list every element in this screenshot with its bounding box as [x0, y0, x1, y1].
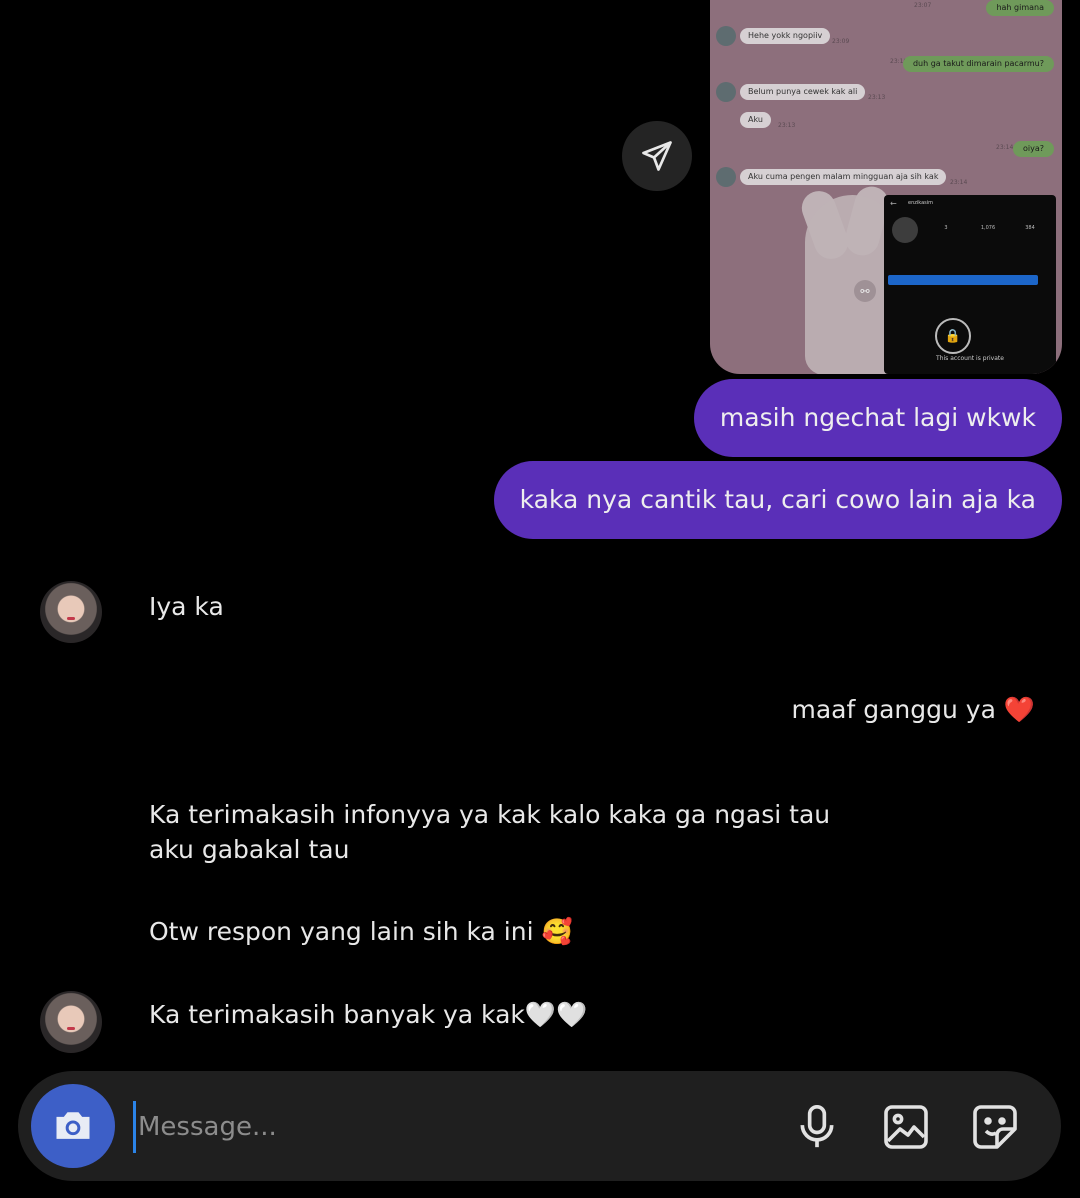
mini-timestamp: 23:14 [950, 179, 968, 186]
mini-timestamp: 23:09 [832, 38, 850, 45]
follow-button [888, 275, 1038, 285]
avatar[interactable] [40, 991, 102, 1053]
smiling-hearts-emoji: 🥰 [541, 917, 573, 946]
mini-message-in: Aku [740, 112, 771, 128]
mini-message-out: duh ga takut dimarain pacarmu? [902, 56, 1054, 72]
sticker-button[interactable] [969, 1101, 1021, 1153]
outgoing-message-text: maaf ganggu ya [791, 695, 996, 724]
profile-posts: 3 [944, 225, 948, 231]
mini-timestamp: 23:13 [778, 122, 796, 129]
send-icon [642, 141, 672, 171]
incoming-message-text: Otw respon yang lain sih ka ini [149, 917, 534, 946]
camera-icon [56, 1112, 90, 1139]
outgoing-message[interactable]: masih ngechat lagi wkwk [693, 379, 1062, 457]
mini-avatar [716, 167, 736, 187]
microphone-icon [800, 1105, 834, 1148]
mini-timestamp: 23:14 [996, 144, 1014, 151]
send-button[interactable] [622, 121, 692, 191]
gallery-button[interactable] [880, 1101, 932, 1153]
gallery-icon [884, 1105, 928, 1149]
profile-following: 384 [1025, 225, 1035, 231]
private-account-text: This account is private [936, 355, 1004, 362]
mini-avatar [716, 82, 736, 102]
mini-message-in: Hehe yokk ngopiiv [740, 28, 831, 44]
incoming-message[interactable]: Ka terimakasih banyak ya kak🤍🤍 [149, 997, 587, 1032]
profile-screenshot: ← enzikasim 3 1,076 384 🔒 This account i… [884, 195, 1056, 374]
avatar[interactable] [40, 581, 102, 643]
profile-followers: 1,076 [980, 225, 996, 231]
profile-avatar [892, 217, 918, 243]
incoming-message[interactable]: Ka terimakasih infonyya ya kak kalo kaka… [149, 797, 869, 867]
white-heart-emoji: 🤍🤍 [524, 1000, 588, 1029]
outgoing-message[interactable]: maaf ganggu ya ❤️ [791, 692, 1035, 727]
incoming-message[interactable]: Iya ka [149, 589, 224, 624]
mini-avatar [716, 26, 736, 46]
lock-icon: 🔒 [935, 318, 971, 354]
message-input[interactable] [133, 1101, 740, 1153]
mini-message-in: Belum punya cewek kak ali [740, 84, 866, 100]
share-icon[interactable]: ⚯ [854, 280, 876, 302]
back-arrow-icon: ← [890, 199, 897, 208]
mini-timestamp: 23:13 [868, 94, 886, 101]
incoming-message[interactable]: Otw respon yang lain sih ka ini 🥰 [149, 914, 573, 949]
incoming-message-text: Ka terimakasih banyak ya kak [149, 1000, 525, 1029]
shared-screenshot-image[interactable]: 23:07 hah gimana Hehe yokk ngopiiv 23:09… [710, 0, 1062, 374]
mini-message-out: oiya? [1013, 141, 1054, 157]
message-composer [18, 1071, 1061, 1181]
heart-emoji: ❤️ [1003, 695, 1035, 724]
profile-username: enzikasim [908, 200, 933, 206]
microphone-button[interactable] [791, 1101, 843, 1153]
camera-button[interactable] [31, 1084, 115, 1168]
chat-screen: 23:07 hah gimana Hehe yokk ngopiiv 23:09… [0, 0, 1080, 1198]
mini-message-in: Aku cuma pengen malam mingguan aja sih k… [740, 169, 947, 185]
mini-timestamp: 23:07 [914, 2, 932, 9]
outgoing-message[interactable]: kaka nya cantik tau, cari cowo lain aja … [493, 461, 1062, 539]
sticker-icon [973, 1105, 1017, 1149]
mini-message-out: hah gimana [986, 0, 1054, 16]
